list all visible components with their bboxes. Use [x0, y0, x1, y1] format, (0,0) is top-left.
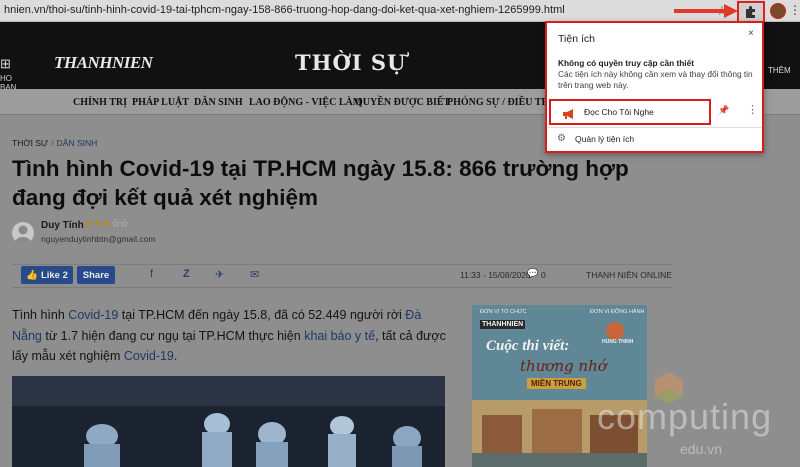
nav-item-phong-su[interactable]: PHÓNG SỰ / ĐIỀU TRA: [447, 97, 556, 108]
puzzle-icon: [746, 6, 755, 18]
breadcrumb-section[interactable]: THỜI SỰ: [12, 138, 48, 148]
publish-datetime: 11:33 - 15/08/2020: [460, 270, 531, 280]
star-filled-icon: ★: [92, 218, 103, 230]
extensions-puzzle-button[interactable]: [737, 1, 765, 23]
megaphone-icon: [563, 109, 573, 119]
star-filled-icon: ★: [101, 218, 112, 230]
author-email[interactable]: nguyenduytinhbtn@gmail.com: [41, 234, 155, 244]
author-rating: ★★★☆☆: [84, 217, 130, 230]
email-icon[interactable]: ✉: [250, 268, 259, 281]
manage-extensions-link[interactable]: Quản lý tiện ích: [575, 134, 634, 144]
ad-script-text: thương nhớ: [520, 357, 607, 375]
breadcrumb: THỜI SỰ / DÂN SINH: [12, 138, 97, 148]
lead-text: từ 1.7 hiện đang cư ngụ tại TP.HCM thực …: [41, 328, 305, 343]
extension-name: Đọc Cho Tôi Nghe: [584, 107, 654, 117]
extension-item-doc-cho-toi-nghe[interactable]: Đọc Cho Tôi Nghe: [549, 99, 711, 125]
zalo-icon[interactable]: Z: [183, 268, 190, 280]
more-menu-label[interactable]: THÊM: [768, 66, 791, 75]
popup-subheading: Không có quyền truy cập cần thiết: [558, 58, 694, 68]
star-empty-icon: ☆: [110, 218, 121, 230]
popup-description: Các tiện ích này không cần xem và thay đ…: [558, 69, 753, 90]
browser-menu-icon[interactable]: ⋮: [789, 3, 800, 17]
site-logo[interactable]: THANHNIEN: [54, 53, 153, 73]
like-label: Like 2: [40, 269, 68, 281]
ad-organizer-label: ĐƠN VỊ TỔ CHỨC: [480, 309, 527, 315]
article-photo[interactable]: [12, 376, 445, 467]
lead-link-covid-2[interactable]: Covid-19: [124, 349, 174, 363]
section-title: THỜI SỰ: [295, 50, 407, 75]
author-name[interactable]: Duy Tính: [41, 220, 84, 231]
author-avatar: [12, 222, 34, 244]
popup-title: Tiện ích: [558, 33, 595, 45]
article-lead: Tình hình Covid-19 tại TP.HCM đến ngày 1…: [12, 305, 452, 367]
profile-avatar-button[interactable]: [770, 3, 786, 19]
nav-item-dan-sinh[interactable]: DÂN SINH: [194, 97, 243, 108]
watermark-domain: edu.vn: [680, 441, 723, 457]
close-icon[interactable]: ×: [748, 28, 754, 39]
watermark-text: computing: [597, 396, 773, 437]
nav-item-quyen-duoc-biet[interactable]: QUYỀN ĐƯỢC BIẾT: [355, 97, 450, 108]
lead-text: .: [173, 349, 178, 363]
more-options-icon[interactable]: ⋮: [747, 103, 758, 116]
article-headline: Tình hình Covid-19 tại TP.HCM ngày 15.8:…: [12, 156, 629, 210]
comment-count: 0: [541, 270, 546, 280]
extensions-popup: Tiện ích × Không có quyền truy cập cần t…: [545, 21, 764, 153]
lead-link-covid[interactable]: Covid-19: [68, 308, 118, 322]
lead-text: tại TP.HCM đến ngày 15.8, đã có 52.449 n…: [118, 308, 406, 322]
breadcrumb-separator: /: [51, 138, 54, 148]
twitter-icon[interactable]: ✈: [215, 268, 224, 281]
facebook-icon[interactable]: f: [150, 268, 153, 280]
thumbs-up-icon: 👍: [26, 269, 38, 281]
nav-item-phap-luat[interactable]: PHÁP LUẬT: [132, 97, 189, 108]
medical-workers-image: [12, 376, 445, 467]
facebook-share-button[interactable]: Share: [77, 266, 115, 284]
breadcrumb-category[interactable]: DÂN SINH: [57, 138, 98, 148]
ad-organizer-logo: THANHNIEN: [480, 320, 526, 329]
ad-region-label: MIỀN TRUNG: [527, 378, 586, 389]
red-arrow-annotation-icon: [674, 4, 738, 18]
ad-partner-label: ĐƠN VỊ ĐỒNG HÀNH: [590, 309, 645, 315]
article-source: THANH NIÊN ONLINE: [586, 270, 672, 280]
lead-text: Tình hình: [12, 308, 69, 322]
nav-item-chinh-tri[interactable]: CHÍNH TRỊ: [73, 97, 127, 108]
comment-icon[interactable]: 💬: [527, 268, 538, 279]
nav-item-lao-dong[interactable]: LAO ĐỘNG - VIỆC LÀM: [249, 97, 362, 108]
divider: [547, 127, 762, 128]
grid-icon: ⊞: [0, 56, 11, 71]
star-filled-icon: ★: [84, 218, 94, 230]
gear-icon[interactable]: ⚙: [557, 133, 566, 144]
facebook-like-button[interactable]: 👍 Like 2: [21, 266, 73, 284]
star-empty-icon: ☆: [119, 218, 130, 230]
sidebar-ad-banner[interactable]: ĐƠN VỊ TỔ CHỨC ĐƠN VỊ ĐỒNG HÀNH THANHNIE…: [472, 305, 647, 467]
user-silhouette-icon: [14, 225, 32, 244]
pin-icon[interactable]: 📌: [718, 105, 729, 116]
ad-title: Cuộc thi viết:: [486, 338, 570, 354]
lead-link-khai-bao[interactable]: khai báo y tế: [304, 329, 375, 343]
url-text[interactable]: hnien.vn/thoi-su/tinh-hinh-covid-19-tai-…: [4, 4, 565, 16]
ad-partner-logo: HUNG THINH: [602, 339, 634, 345]
